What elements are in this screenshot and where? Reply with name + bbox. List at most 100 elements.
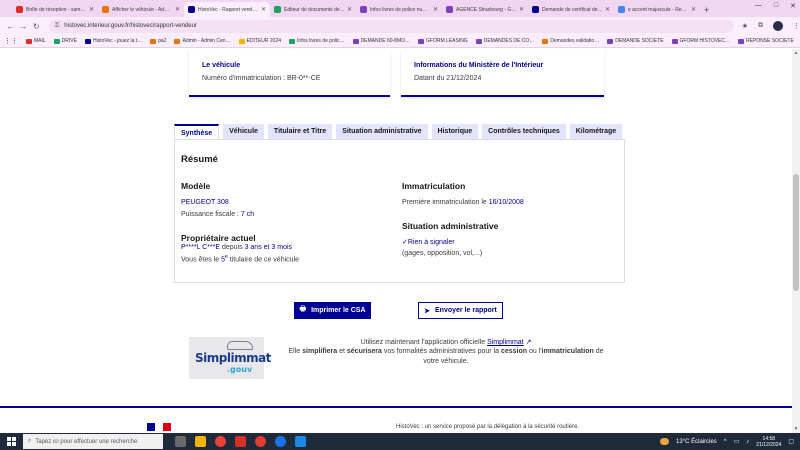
fiscal-power: Puissance fiscale : 7 ch bbox=[181, 211, 254, 218]
tab-synthese[interactable]: Synthèse bbox=[174, 124, 220, 140]
chrome-icon[interactable] bbox=[215, 436, 226, 447]
tray-chevron-icon[interactable]: ^ bbox=[724, 439, 727, 445]
browser-tab[interactable]: Boîte de réception - sam… ✕ bbox=[12, 2, 98, 17]
close-tab-icon[interactable]: ✕ bbox=[261, 6, 266, 13]
pdf-reader-icon[interactable] bbox=[235, 436, 246, 447]
scroll-up-icon[interactable]: ▲ bbox=[793, 50, 799, 56]
browser-tab[interactable]: HistoVec - Rapport vendeur ✕ bbox=[184, 2, 270, 17]
bookmark-item[interactable]: DEMANDE 60-8MO… bbox=[352, 38, 410, 44]
extensions-icon[interactable]: ⧉ bbox=[758, 22, 763, 30]
maximize-icon[interactable]: □ bbox=[774, 2, 778, 10]
bookmark-icon bbox=[26, 38, 32, 44]
app-icon[interactable] bbox=[295, 436, 306, 447]
forward-icon[interactable]: → bbox=[17, 22, 30, 31]
start-button[interactable] bbox=[0, 437, 22, 446]
bookmark-label: DRIVE bbox=[61, 38, 77, 44]
bookmark-item[interactable]: REPONSE SOCIETE bbox=[738, 38, 794, 44]
tab-titulaire[interactable]: Titulaire et Titre bbox=[267, 124, 333, 139]
bookmark-item[interactable]: DEMANDES DE CO… bbox=[475, 38, 534, 44]
bookmark-item[interactable]: Demandes validatio… bbox=[542, 38, 599, 44]
bookmark-item[interactable]: pa2 bbox=[150, 38, 166, 44]
printer-icon: 🖶 bbox=[299, 306, 307, 313]
simplimmat-logo[interactable]: Simplimmat .gouv bbox=[189, 337, 271, 379]
apps-grid-icon[interactable]: ⋮⋮ bbox=[4, 37, 18, 45]
close-window-icon[interactable]: ✕ bbox=[790, 2, 796, 10]
back-icon[interactable]: ← bbox=[4, 22, 17, 31]
model-heading: Modèle bbox=[181, 181, 211, 191]
browser-tab[interactable]: Infos livres de police num… ✕ bbox=[356, 2, 442, 17]
bookmark-item[interactable]: DRIVE bbox=[53, 38, 77, 44]
taskbar-search[interactable]: ⌕ Tapez ici pour effectuer une recherche bbox=[23, 434, 163, 449]
ministry-card: Informations du Ministère de l'Intérieur… bbox=[401, 49, 604, 97]
vehicle-card-title: Le véhicule bbox=[202, 62, 241, 69]
bookmark-item[interactable]: HistoVec - jouez la t… bbox=[84, 38, 142, 44]
bookmark-icon bbox=[542, 38, 549, 44]
tab-vehicule[interactable]: Véhicule bbox=[223, 124, 264, 139]
french-flag-icon bbox=[147, 423, 171, 431]
browser-tab[interactable]: e accent majuscule - Rech… ✕ bbox=[614, 2, 700, 17]
close-tab-icon[interactable]: ✕ bbox=[519, 6, 524, 13]
address-bar: ← → ↻ ⚿ histovec.interieur.gouv.fr/histo… bbox=[0, 17, 800, 35]
bookmark-item[interactable]: GFORM HISTOVEC… bbox=[671, 38, 730, 44]
reload-icon[interactable]: ↻ bbox=[30, 22, 43, 31]
opera-icon[interactable] bbox=[255, 436, 266, 447]
browser-tab[interactable]: Editeur de documents de… ✕ bbox=[270, 2, 356, 17]
browser-tab-title: Afficher le véhicule - Adm… bbox=[112, 6, 173, 13]
close-tab-icon[interactable]: ✕ bbox=[691, 6, 696, 13]
chrome-active-icon[interactable] bbox=[275, 436, 286, 447]
send-report-button[interactable]: ➤ Envoyer le rapport bbox=[418, 302, 503, 319]
notifications-icon[interactable]: ▢ bbox=[788, 438, 794, 445]
scroll-down-icon[interactable]: ▼ bbox=[793, 426, 799, 432]
close-tab-icon[interactable]: ✕ bbox=[89, 6, 94, 13]
registration-heading: Immatriculation bbox=[402, 181, 466, 191]
owner-heading: Propriétaire actuel bbox=[181, 233, 256, 243]
close-tab-icon[interactable]: ✕ bbox=[175, 6, 180, 13]
admin-heading: Situation administrative bbox=[402, 221, 499, 231]
close-tab-icon[interactable]: ✕ bbox=[605, 6, 610, 13]
tab-kilometrage[interactable]: Kilométrage bbox=[569, 124, 623, 139]
site-info-icon[interactable]: ⚿ bbox=[55, 23, 60, 30]
profile-avatar[interactable] bbox=[773, 21, 783, 31]
bookmark-item[interactable]: Infos livres de polic… bbox=[289, 38, 345, 44]
new-tab-button[interactable]: + bbox=[704, 2, 709, 17]
network-icon[interactable]: ▭ bbox=[734, 438, 740, 445]
bookmark-item[interactable]: DEMANDE SOCIETE bbox=[607, 38, 664, 44]
minimize-icon[interactable]: — bbox=[755, 2, 762, 10]
tab-controles[interactable]: Contrôles techniques bbox=[482, 124, 566, 139]
volume-icon[interactable]: ♪ bbox=[746, 439, 749, 445]
bookmark-item[interactable]: GFORM LEASING bbox=[418, 38, 468, 44]
bookmark-item[interactable]: Admin - Admin Cen… bbox=[174, 38, 231, 44]
bookmark-label: EDITEUR 2024 bbox=[246, 38, 282, 44]
browser-tab[interactable]: Demande de certificat de… ✕ bbox=[528, 2, 614, 17]
scrollbar-thumb[interactable] bbox=[793, 174, 799, 291]
report-tabs: Synthèse Véhicule Titulaire et Titre Sit… bbox=[174, 124, 626, 140]
url-field[interactable]: ⚿ histovec.interieur.gouv.fr/histovec/ra… bbox=[48, 19, 734, 33]
windows-taskbar: ⌕ Tapez ici pour effectuer une recherche… bbox=[0, 433, 800, 450]
owner-rank-prefix: Vous êtes le bbox=[181, 256, 222, 264]
browser-tab[interactable]: Afficher le véhicule - Adm… ✕ bbox=[98, 2, 184, 17]
promo-line-3: votre véhicule. bbox=[423, 358, 469, 365]
bookmark-item[interactable]: EDITEUR 2024 bbox=[238, 38, 282, 44]
browser-tabs: Boîte de réception - sam… ✕ Afficher le vé… bbox=[0, 2, 700, 17]
tab-favicon-icon bbox=[446, 6, 453, 13]
summary-title: Résumé bbox=[181, 154, 218, 165]
tab-historique[interactable]: Historique bbox=[431, 124, 479, 139]
browser-tab-title: HistoVec - Rapport vendeur bbox=[198, 6, 259, 13]
close-tab-icon[interactable]: ✕ bbox=[347, 6, 352, 13]
menu-icon[interactable]: ⋮ bbox=[793, 22, 800, 30]
tab-situation[interactable]: Situation administrative bbox=[336, 124, 428, 139]
close-tab-icon[interactable]: ✕ bbox=[433, 6, 438, 13]
browser-tab[interactable]: AGENCE Strasbourg - Gm… ✕ bbox=[442, 2, 528, 17]
clock[interactable]: 14:58 21/12/2024 bbox=[756, 436, 781, 448]
print-csa-button[interactable]: 🖶 Imprimer le CSA bbox=[294, 302, 371, 319]
bookmark-star-icon[interactable]: ★ bbox=[742, 22, 748, 30]
promo-text-i: de bbox=[593, 348, 604, 355]
bookmark-item[interactable]: MAIL bbox=[26, 38, 46, 44]
browser-tab-title: Infos livres de police num… bbox=[370, 6, 431, 13]
task-view-icon[interactable] bbox=[175, 436, 186, 447]
file-explorer-icon[interactable] bbox=[195, 436, 206, 447]
weather-text[interactable]: 13°C Éclaircies bbox=[676, 439, 717, 445]
bookmark-icon bbox=[174, 38, 181, 44]
simplimmat-link[interactable]: Simplimmat bbox=[487, 339, 524, 346]
browser-tab-title: AGENCE Strasbourg - Gm… bbox=[456, 6, 517, 13]
